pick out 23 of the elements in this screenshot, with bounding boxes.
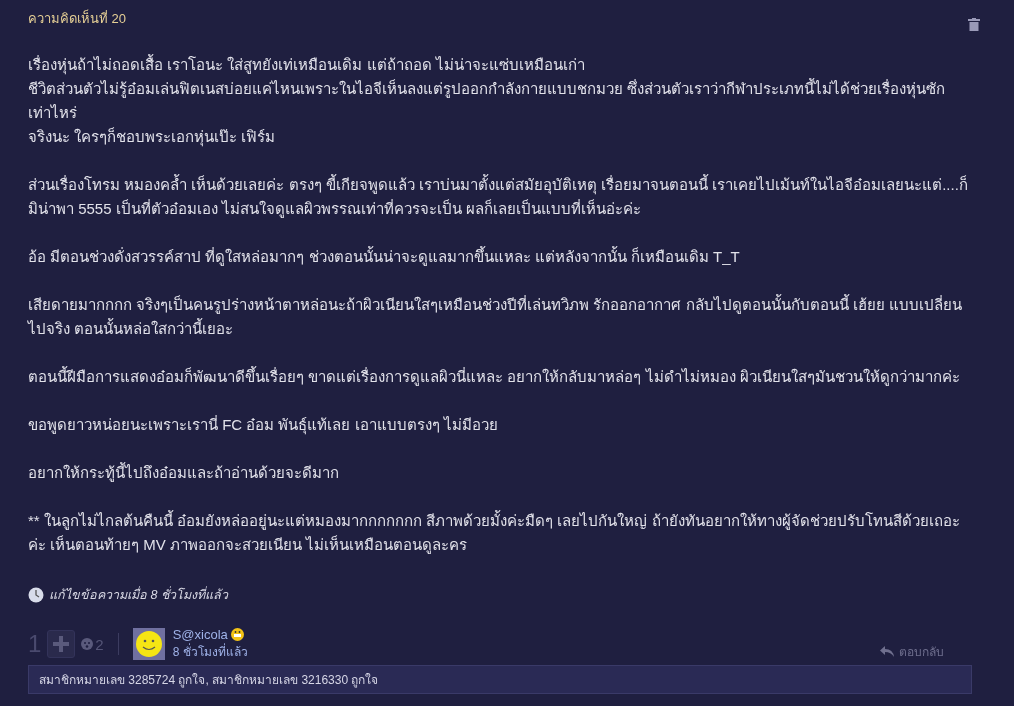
comment-text: อยากให้กระทู้นี้ไปถึงอ๋อมและถ้าอ่านด้วยจะดีมาก (28, 461, 340, 484)
post-time: 8 ชั่วโมงที่แล้ว (172, 642, 248, 661)
comment-text: ส่วนเรื่องโทรม หมองคล้ำ เห็นด้วยเลยค่ะ ตรงๆ ขี้เกียจพูดแล้ว เราบ่นมาตั้งแต่สมัยอุบัติเหตุ เรื่อยมาจนตอนนี้ เราเคยไปเม้นท์ในไอจีอ๋อมเลยนะแต่....ก็มิน่าพา 5555 เป็นที่ตัวอ๋อมเอง ไม่สนใจดูแลผิวพรรณเท่าที่ควรจะเป็น ผลก็เลยเป็นแบบที่เห็นอ่ะค่ะ (28, 173, 968, 220)
avatar[interactable] (132, 628, 165, 660)
likes-bar: สมาชิกหมายเลข 3285724 ถูกใจ, สมาชิกหมายเลข 3216330 ถูกใจ (28, 665, 972, 694)
comment-number: ความคิดเห็นที่ 20 (28, 8, 127, 28)
clock-icon (28, 587, 44, 603)
vote-button[interactable] (47, 630, 76, 658)
comment-text: ** ในลูกไม่ไกลต้นคืนนี้ อ๋อมยังหล่ออยู่นะแต่หมองมากกกกกกก สีภาพด้วยมั้งค่ะมืดๆ เลยไปกันใหญ่ ถ้ายังทันอยากให้ทางผู้จัดช่วยปรับโทนสีด้วยเถอะค่ะ เห็นตอนท้ายๆ MV ภาพออกจะสวยเนียน ไม่เห็นเหมือนตอนดูละคร (28, 509, 961, 556)
reply-icon (880, 645, 894, 657)
plus-icon (53, 636, 70, 652)
comment-text: ขอพูดยาวหน่อยนะเพราะเรานี่ FC อ๋อม พันธุ์แท้เลย เอาแบบตรงๆ ไม่มีอวย (28, 414, 499, 437)
comment-text: ตอนนี้ฝีมือการแสดงอ๋อมก็พัฒนาดีขึ้นเรื่อยๆ ขาดแต่เรื่องการดูแลผิวนี่แหละ อยากให้กลับมาหล่อๆ ไม่ดำไม่หมอง ผิวเนียนใสๆมันชวนให้ดูกว่ามากค่ะ (28, 365, 961, 388)
comment-text: เรื่องหุ่นถ้าไม่ถอดเสื้อ เราโอนะ ใส่สูทยังเท่เหมือนเดิม แต่ถ้าถอด ไม่น่าจะแซ่บเหมือนเก่า (28, 53, 586, 77)
comment-text: เสียดายมากกกก จริงๆเป็นคนรูปร่างหน้าตาหล่อนะถ้าผิวเนียนใสๆเหมือนช่วงปีที่เล่นทวิภพ รักออกอากาศ กลับไปดูตอนนั้นกับตอนนี้ เฮ้ยย แบบเปลี่ยนไปจริง ตอนนั้นหล่อใสกว่านี้เยอะ (28, 293, 963, 339)
emotion-icon[interactable] (81, 638, 94, 650)
comment-text: อ้อ มีตอนช่วงดั่งสวรรค์สาป ที่ดูใสหล่อมากๆ ช่วงตอนนั้นน่าจะดูแลมากขึ้นแหละ แต่หลังจากนั้น ก็เหมือนเดิม T_T (28, 245, 741, 268)
trash-icon[interactable] (968, 18, 980, 31)
emoji-icon (230, 628, 244, 641)
comment-text: จริงนะ ใครๆก็ชอบพระเอกหุ่นเป๊ะ เฟิร์ม (28, 126, 277, 149)
comment-text: ชีวิตส่วนตัวไม่รู้อ๋อมเล่นฟิตเนสบ่อยแค่ไหนเพราะในไอจีเห็นลงแต่รูปออกกำลังกายแบบชกมวย ซึ่งส่วนตัวเราว่ากีฬาประเภทนี้ไม่ได้ช่วยเรื่องหุ่นซักเท่าไหร่ (28, 77, 947, 123)
edited-note: แก้ไขข้อความเมื่อ 8 ชั่วโมงที่แล้ว (49, 585, 228, 604)
username-link[interactable]: S@xicola (172, 627, 248, 642)
